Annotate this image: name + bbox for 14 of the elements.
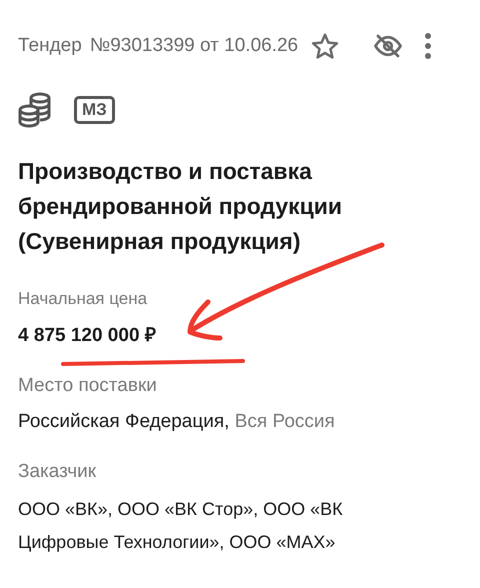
- price-value: 4 875 120 000 ₽: [18, 324, 156, 348]
- delivery-country: Российская Федерация,: [18, 411, 230, 432]
- field-label: Место поставки: [18, 374, 157, 398]
- tender-number: №93013399 от 10.06.26: [90, 34, 298, 58]
- field-label: Начальная цена: [18, 288, 148, 310]
- coins-icon: [18, 92, 52, 128]
- star-icon[interactable]: [310, 31, 340, 61]
- procurement-badge: МЗ: [74, 96, 115, 124]
- customer-value: ООО «ВК», ООО «ВК Стор», ООО «ВК Цифровые Технологии», ООО «MAX»: [18, 498, 344, 554]
- field-label: Заказчик: [18, 460, 96, 484]
- tender-title: Производство и поставка брендированной продукции (Сувенирная продукция): [18, 157, 344, 256]
- delivery-region: Вся Россия: [234, 411, 335, 432]
- tender-type: Тендер: [18, 34, 82, 58]
- more-icon[interactable]: [423, 31, 434, 61]
